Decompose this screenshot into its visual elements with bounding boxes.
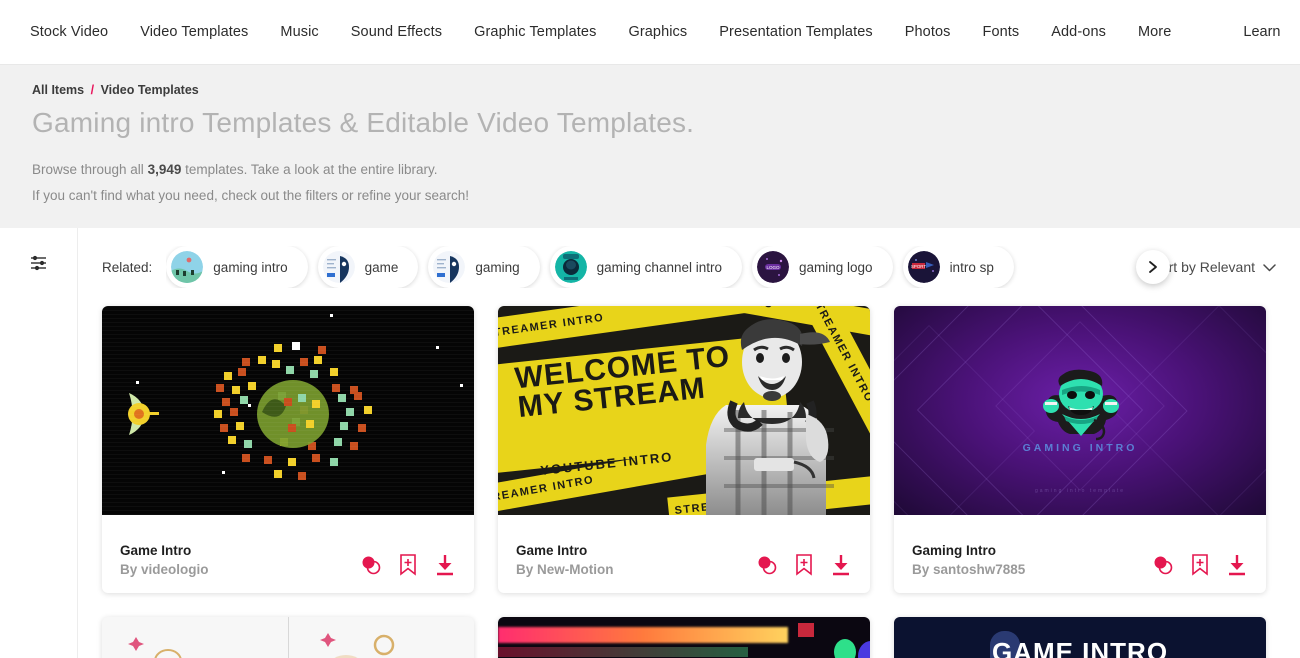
breadcrumb-separator: / xyxy=(90,83,95,97)
chevron-right-icon[interactable] xyxy=(1136,250,1170,284)
chip-gaming-intro[interactable]: gaming intro xyxy=(166,246,308,288)
nav-item-presentation-templates[interactable]: Presentation Templates xyxy=(703,24,888,40)
template-card[interactable] xyxy=(102,617,474,658)
nav-item-music[interactable]: Music xyxy=(264,24,334,40)
main-content: Related: gaming intro game gaming gaming… xyxy=(78,228,1300,658)
sort-dropdown[interactable]: Sort by Relevant xyxy=(1152,259,1277,275)
related-chips: gaming intro game gaming gaming channel … xyxy=(166,246,1021,288)
breadcrumb-root[interactable]: All Items xyxy=(32,83,84,97)
chip-label: gaming intro xyxy=(213,259,288,275)
nav-items: Stock Video Video Templates Music Sound … xyxy=(30,24,1187,40)
related-label: Related: xyxy=(102,259,153,275)
card-meta: Game Intro By New-Motion xyxy=(516,543,614,577)
bookmark-add-icon[interactable] xyxy=(1190,553,1210,577)
chip-thumbnail-icon xyxy=(171,251,204,283)
body-area: Related: gaming intro game gaming gaming… xyxy=(0,228,1300,658)
download-icon[interactable] xyxy=(434,553,456,577)
chip-thumbnail-icon xyxy=(322,251,355,283)
top-navigation-bar: Stock Video Video Templates Music Sound … xyxy=(0,0,1300,65)
chip-label: gaming logo xyxy=(799,259,873,275)
template-card[interactable]: GAME INTRO xyxy=(894,617,1266,658)
card-actions xyxy=(1152,553,1248,577)
nav-item-photos[interactable]: Photos xyxy=(889,24,967,40)
card-split-divider xyxy=(288,617,289,658)
chip-label: gaming xyxy=(475,259,520,275)
chip-thumbnail-icon xyxy=(554,251,587,283)
card-footer: Game Intro By New-Motion xyxy=(498,515,870,593)
breadcrumb: All Items / Video Templates xyxy=(32,83,1268,97)
card-thumbnail-streamer-tape[interactable]: STREAMER INTRO STREAMER INTRO STREAMER I… xyxy=(498,306,870,515)
template-card[interactable]: STREAMER INTRO STREAMER INTRO STREAMER I… xyxy=(498,306,870,593)
template-count: 3,949 xyxy=(147,162,182,177)
template-card[interactable]: Game Intro By videologio xyxy=(102,306,474,593)
chip-thumbnail-icon xyxy=(433,251,466,283)
similar-icon[interactable] xyxy=(360,554,382,576)
nav-item-learn[interactable]: Learn xyxy=(1243,24,1280,40)
similar-icon[interactable] xyxy=(1152,554,1174,576)
svg-text:LOGO: LOGO xyxy=(766,265,780,270)
card-title: Game Intro xyxy=(516,543,588,558)
chip-thumbnail-icon: LOGO xyxy=(757,251,789,283)
filter-rail xyxy=(0,228,78,658)
page-title: Gaming intro Templates & Editable Video … xyxy=(32,107,695,138)
breadcrumb-current[interactable]: Video Templates xyxy=(101,83,199,97)
related-tags-row: Related: gaming intro game gaming gaming… xyxy=(102,228,1300,306)
nav-item-sound-effects[interactable]: Sound Effects xyxy=(335,24,458,40)
thumbnail-label: GAMING INTRO xyxy=(1022,442,1138,454)
similar-icon[interactable] xyxy=(756,554,778,576)
nav-item-graphics[interactable]: Graphics xyxy=(612,24,703,40)
tape-label: STREAMER INTRO xyxy=(498,473,596,507)
template-grid: Game Intro By videologio STREAMER INTRO … xyxy=(102,306,1300,593)
nav-item-more[interactable]: More xyxy=(1122,24,1187,40)
card-thumbnail-purple-mascot[interactable]: GAMING INTRO gaming intro template xyxy=(894,306,1266,515)
download-icon[interactable] xyxy=(1226,553,1248,577)
card-actions xyxy=(360,553,456,577)
tape-label: STREAMER INTRO xyxy=(498,311,606,341)
card-author: By New-Motion xyxy=(516,562,614,577)
card-author: By santoshw7885 xyxy=(912,562,1026,577)
card-footer: Gaming Intro By santoshw7885 xyxy=(894,515,1266,593)
subline-prefix: Browse through all xyxy=(32,162,148,177)
card-meta: Gaming Intro By santoshw7885 xyxy=(912,543,1025,577)
chip-game[interactable]: game xyxy=(317,246,419,288)
sliders-icon[interactable] xyxy=(30,254,48,277)
template-card[interactable] xyxy=(498,617,870,658)
card-title: Gaming Intro xyxy=(912,543,996,558)
nav-item-video-templates[interactable]: Video Templates xyxy=(124,24,264,40)
page-subline-2: If you can't find what you need, check o… xyxy=(32,188,470,204)
nav-item-fonts[interactable]: Fonts xyxy=(966,24,1035,40)
chevron-down-icon xyxy=(1263,259,1276,275)
card-author: By videologio xyxy=(120,562,209,577)
nav-item-add-ons[interactable]: Add-ons xyxy=(1035,24,1122,40)
bookmark-add-icon[interactable] xyxy=(398,553,418,577)
template-card[interactable]: GAMING INTRO gaming intro template Gamin… xyxy=(894,306,1266,593)
chip-label: game xyxy=(364,259,399,275)
subline-suffix: templates. Take a look at the entire lib… xyxy=(181,162,438,177)
card-actions xyxy=(756,553,852,577)
page-header-band: All Items / Video Templates Gaming intro… xyxy=(0,65,1300,228)
thumbnail-footer-text: gaming intro template xyxy=(1034,488,1126,494)
chip-gaming-logo[interactable]: LOGO gaming logo xyxy=(752,246,893,288)
nav-item-stock-video[interactable]: Stock Video xyxy=(30,24,124,40)
thumbnail-headline: GAME INTRO xyxy=(991,637,1169,658)
chip-gaming-channel-intro[interactable]: gaming channel intro xyxy=(549,246,742,288)
chip-intro-sport[interactable]: SPORT intro sp xyxy=(902,246,1014,288)
card-title: Game Intro xyxy=(120,543,192,558)
gorilla-mascot-icon xyxy=(1043,369,1119,441)
chip-thumbnail-icon: SPORT xyxy=(907,251,940,283)
chip-label: gaming channel intro xyxy=(596,259,722,275)
page-subline-1: Browse through all 3,949 templates. Take… xyxy=(32,157,1268,183)
card-footer: Game Intro By videologio xyxy=(102,515,474,593)
card-thumbnail-retro-arcade[interactable] xyxy=(102,306,474,515)
svg-text:SPORT: SPORT xyxy=(911,264,926,269)
chip-gaming[interactable]: gaming xyxy=(428,246,540,288)
nav-item-graphic-templates[interactable]: Graphic Templates xyxy=(458,24,612,40)
chip-label: intro sp xyxy=(949,259,994,275)
bookmark-add-icon[interactable] xyxy=(794,553,814,577)
card-meta: Game Intro By videologio xyxy=(120,543,209,577)
download-icon[interactable] xyxy=(830,553,852,577)
template-grid-row-2: GAME INTRO xyxy=(102,617,1300,658)
